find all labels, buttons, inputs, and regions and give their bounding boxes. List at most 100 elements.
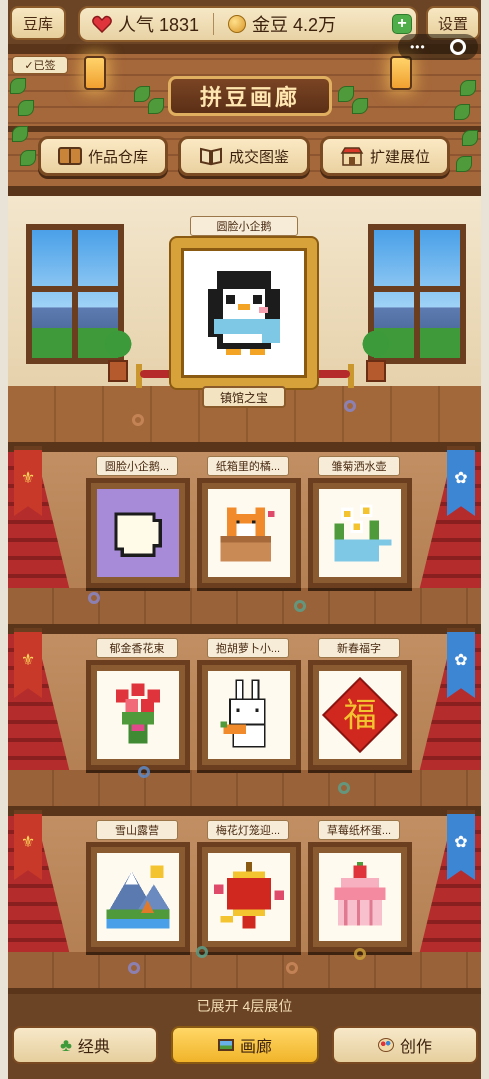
shop-icon — [340, 146, 364, 166]
penguin-outline-artwork — [114, 512, 162, 557]
sold-gallery-button[interactable]: 成交图鉴 — [178, 136, 310, 176]
tab-classic-label: 经典 — [77, 1039, 110, 1056]
masterpiece-frame[interactable] — [171, 238, 317, 388]
gallery-floor-3: ⚜ ✿ 雪山露营 梅花灯笼迎... 草莓纸杯蛋... — [8, 806, 481, 988]
sold-gallery-label: 成交图鉴 — [228, 148, 289, 166]
fleur-banner-icon: ⚜ — [14, 446, 42, 516]
cat-in-box-artwork — [220, 507, 275, 562]
gallery-floor-1: ⚜ ✿ 圆脸小企鹅... 纸箱里的橘... 雏菊洒水壶 — [8, 442, 481, 624]
exhibit-frame[interactable] — [197, 478, 301, 588]
open-book-icon — [199, 146, 223, 166]
popularity-stat: 人气 1831 — [80, 11, 199, 37]
bead-decoration — [138, 766, 150, 778]
exhibit-frame[interactable] — [86, 660, 190, 770]
exhibit-caption: 抱胡萝卜小... — [207, 638, 289, 658]
flower-banner-icon: ✿ — [447, 446, 475, 516]
book-icon — [57, 146, 82, 166]
lantern-icon — [84, 56, 106, 90]
clover-icon: ♣ — [60, 1034, 72, 1055]
penguin-artwork — [208, 271, 280, 355]
exhibit-caption: 草莓纸杯蛋... — [318, 820, 400, 840]
tab-gallery[interactable]: 画廊 — [171, 1026, 319, 1064]
coins-label: 金豆 4.2万 — [252, 15, 337, 35]
bead-decoration — [88, 592, 100, 604]
gold-coin-icon — [228, 15, 247, 33]
exhibit-caption: 雏菊洒水壶 — [318, 456, 400, 476]
signed-in-badge[interactable]: ✓已签 — [12, 56, 68, 74]
gallery-floor-2: ⚜ ✿ 郁金香花束 抱胡萝卜小... 新春福字 福 — [8, 624, 481, 806]
footer-beam — [8, 988, 481, 994]
gallery-screen: 豆库 人气 1831 金豆 4.2万 + 设置 ••• ✓已签 拼豆画廊 作品仓… — [8, 0, 481, 1079]
bunny-carrot-artwork — [220, 679, 266, 748]
floor-count-label: 已展开 4层展位 — [196, 998, 293, 1014]
add-coins-button[interactable]: + — [392, 14, 412, 34]
hero-caption: 圆脸小企鹅 — [190, 216, 298, 236]
flower-banner-icon: ✿ — [447, 628, 475, 698]
vine-leaf — [18, 100, 34, 116]
more-menu-icon[interactable]: ••• — [410, 40, 426, 54]
stats-bar: 人气 1831 金豆 4.2万 + — [78, 6, 418, 42]
exhibit-caption: 纸箱里的橘... — [207, 456, 289, 476]
exhibit-frame[interactable] — [308, 842, 412, 952]
expand-booth-label: 扩建展位 — [369, 148, 430, 166]
tab-gallery-label: 画廊 — [239, 1039, 272, 1056]
roof-beam — [8, 186, 481, 196]
vine-leaf — [338, 86, 354, 102]
bead-decoration — [132, 414, 144, 426]
bead-decoration — [338, 782, 350, 794]
strawberry-cupcake-artwork — [334, 862, 386, 926]
exhibit-frame[interactable] — [197, 842, 301, 952]
exhibit-caption: 新春福字 — [318, 638, 400, 658]
gallery-title-plaque: 拼豆画廊 — [168, 76, 332, 116]
vine-leaf — [10, 78, 26, 94]
lantern-icon — [390, 56, 412, 90]
exhibit-frame[interactable] — [197, 660, 301, 770]
vine-leaf — [20, 150, 36, 166]
bead-decoration — [294, 600, 306, 612]
works-storage-button[interactable]: 作品仓库 — [38, 136, 168, 176]
miniprogram-capsule: ••• — [398, 34, 478, 60]
exhibit-frame[interactable] — [86, 842, 190, 952]
svg-text:福: 福 — [343, 696, 376, 735]
bottom-tab-bar: ♣ 经典 画廊 创作 — [8, 1022, 481, 1072]
tab-create-label: 创作 — [399, 1039, 432, 1056]
popularity-label: 人气 1831 — [118, 15, 200, 35]
exhibit-frame[interactable] — [86, 478, 190, 588]
exhibit-caption: 郁金香花束 — [96, 638, 178, 658]
page-title: 拼豆画廊 — [199, 85, 300, 110]
masterpiece-plaque-label: 镇馆之宝 — [219, 390, 268, 405]
potted-plant-icon — [102, 326, 134, 384]
exhibit-frame[interactable]: 福 — [308, 660, 412, 770]
bead-decoration — [354, 948, 366, 960]
close-capsule-icon[interactable] — [449, 39, 466, 55]
tulip-bouquet-artwork — [115, 683, 161, 744]
roof-beam — [8, 126, 481, 132]
works-storage-label: 作品仓库 — [87, 148, 148, 166]
tab-create[interactable]: 创作 — [332, 1026, 478, 1064]
vine-leaf — [352, 98, 368, 114]
settings-label: 设置 — [437, 15, 468, 33]
heart-icon — [92, 15, 112, 34]
exhibit-caption: 雪山露营 — [96, 820, 178, 840]
daisy-watering-can-artwork — [334, 504, 392, 562]
vine-leaf — [460, 80, 476, 96]
picture-icon — [217, 1039, 234, 1051]
plum-lantern-artwork — [214, 862, 284, 929]
vine-leaf — [148, 98, 164, 114]
snow-mountain-camp-artwork — [106, 865, 170, 929]
vine-leaf — [462, 130, 478, 146]
palette-icon — [377, 1038, 394, 1052]
vine-leaf — [454, 104, 470, 120]
masterpiece-plaque: 镇馆之宝 — [202, 386, 286, 408]
masterpiece-hall: 圆脸小企鹅 镇馆之宝 — [8, 196, 481, 442]
tab-classic[interactable]: ♣ 经典 — [12, 1026, 158, 1064]
fleur-banner-icon: ⚜ — [14, 628, 42, 698]
exhibit-frame[interactable] — [308, 478, 412, 588]
exhibit-caption: 梅花灯笼迎... — [207, 820, 289, 840]
expand-booth-button[interactable]: 扩建展位 — [320, 136, 450, 176]
vine-leaf — [134, 86, 150, 102]
bean-storage-button[interactable]: 豆库 — [10, 6, 66, 40]
potted-plant-icon — [360, 326, 392, 384]
bead-decoration — [286, 962, 298, 974]
fleur-banner-icon: ⚜ — [14, 810, 42, 880]
